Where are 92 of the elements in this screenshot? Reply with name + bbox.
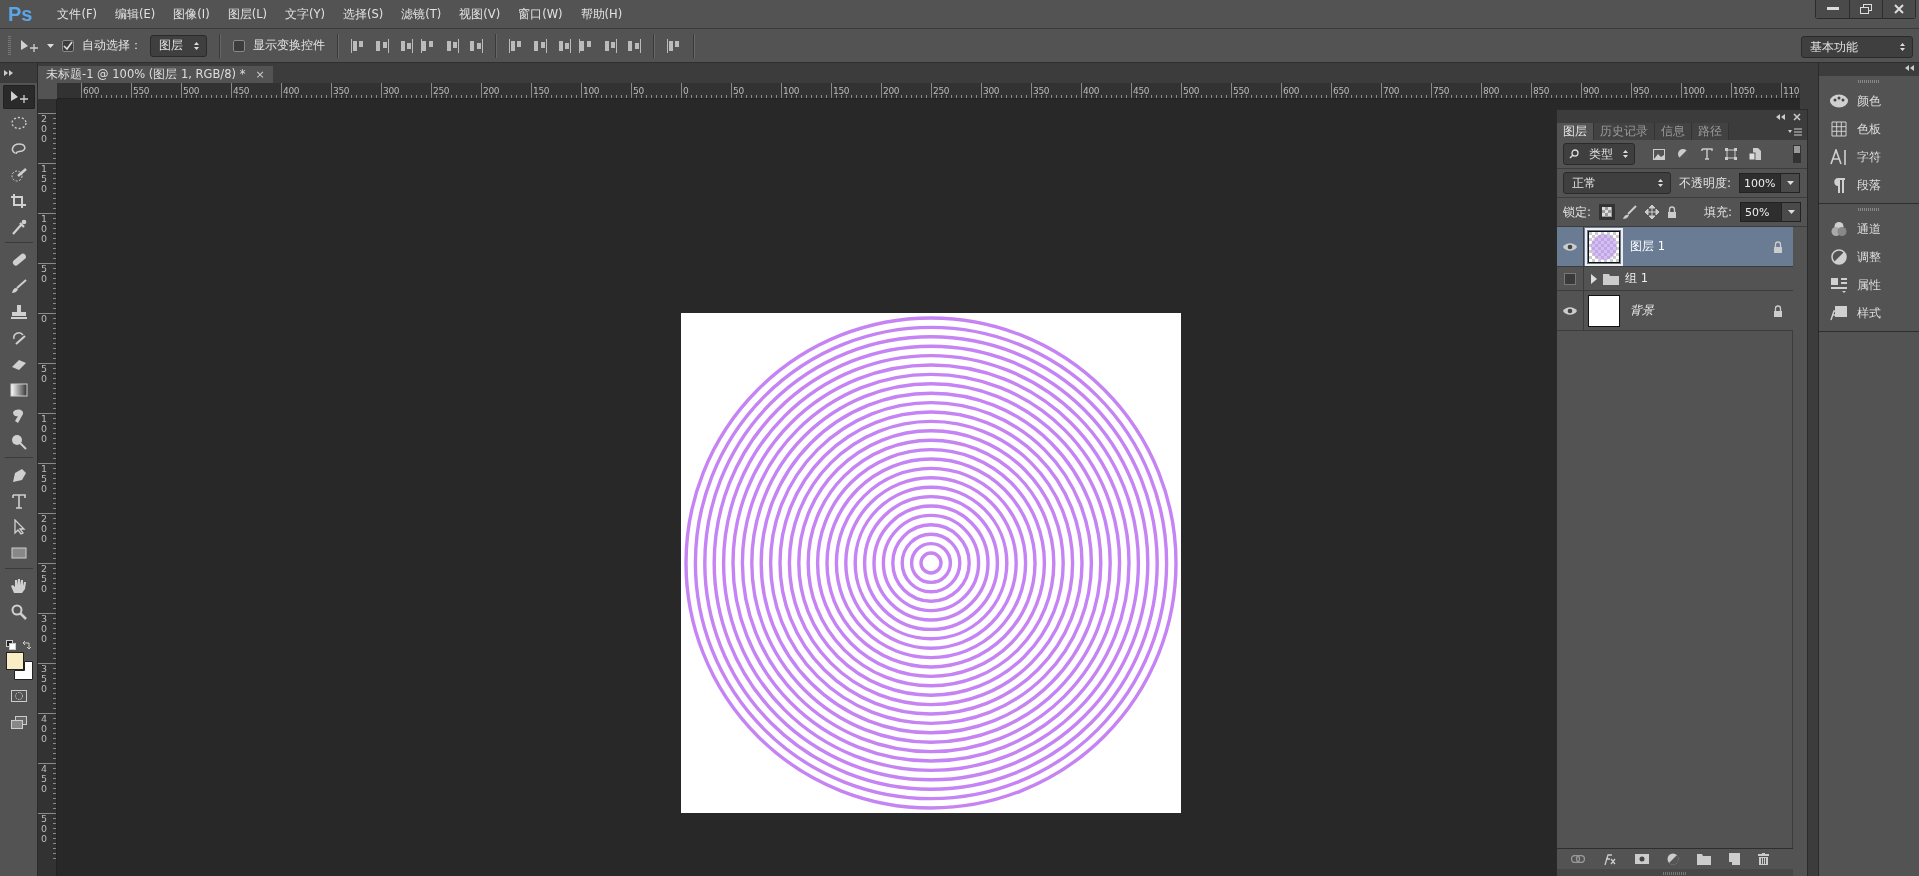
ruler-label: 550 <box>132 86 150 96</box>
dock-panel-button[interactable]: 样式 <box>1818 299 1919 327</box>
ruler-label: 200 <box>482 86 500 96</box>
dock-panel-button[interactable]: 色板 <box>1818 115 1919 143</box>
layer-name: 背景 <box>1629 303 1655 318</box>
menu-item[interactable]: 视图(V) <box>450 6 510 22</box>
ruler-label: 0 <box>682 86 689 96</box>
ruler-label: 700 <box>1382 86 1400 96</box>
ruler-label: 0 <box>41 314 48 324</box>
layer-row[interactable]: 背景 <box>1557 291 1793 331</box>
panel-tab[interactable]: 历史记录 <box>1594 123 1655 140</box>
ruler-label: 100 <box>782 86 800 96</box>
ruler-label: 500 <box>182 86 200 96</box>
ruler-label: 400 <box>282 86 300 96</box>
panel-tab[interactable]: 路径 <box>1692 123 1729 140</box>
auto-select-dropdown[interactable]: 图层 <box>150 34 207 57</box>
menu-item[interactable]: 文字(Y) <box>276 6 335 22</box>
dock-panel-button[interactable]: 颜色 <box>1818 87 1919 115</box>
filter-dropdown[interactable]: 类型 <box>1563 143 1635 165</box>
panel-tab[interactable]: 信息 <box>1655 123 1692 140</box>
ruler-label: 900 <box>1582 86 1600 96</box>
ruler-label: 250 <box>41 564 48 594</box>
dock-panel-button[interactable]: 字符 <box>1818 143 1919 171</box>
ruler-label: 150 <box>41 464 48 494</box>
fill-label: 填充: <box>1703 203 1732 221</box>
panel-tab[interactable]: 图层 <box>1557 123 1594 140</box>
ruler-label: 50 <box>41 364 48 384</box>
ruler-label: 1050 <box>1732 86 1755 96</box>
fill-field[interactable]: 50% <box>1740 202 1801 222</box>
opacity-field[interactable]: 100% <box>1739 173 1801 193</box>
ruler-label: 850 <box>1532 86 1550 96</box>
show-transform-label: 显示变换控件 <box>253 37 325 54</box>
ruler-label: 400 <box>1082 86 1100 96</box>
blend-mode-dropdown[interactable]: 正常 <box>1563 172 1671 194</box>
ruler-label: 100 <box>41 414 48 444</box>
ruler-label: 350 <box>332 86 350 96</box>
ruler-label: 100 <box>582 86 600 96</box>
document-tab[interactable]: 未标题-1 @ 100% (图层 1, RGB/8) * × <box>38 66 273 83</box>
ruler-label: 400 <box>41 714 48 744</box>
ruler-label: 1000 <box>1682 86 1705 96</box>
ruler-label: 150 <box>532 86 550 96</box>
dock-panel-button[interactable]: 通道 <box>1818 215 1919 243</box>
menu-item[interactable]: 窗口(W) <box>509 6 572 22</box>
ruler-label: 300 <box>382 86 400 96</box>
ruler-label: 600 <box>82 86 100 96</box>
ruler-label: 250 <box>432 86 450 96</box>
ruler-label: 500 <box>41 814 48 844</box>
ruler-label: 950 <box>1632 86 1650 96</box>
ruler-label: 450 <box>41 764 48 794</box>
dock-panel-button[interactable]: 段落 <box>1818 171 1919 199</box>
lock-label: 锁定: <box>1563 203 1592 221</box>
ruler-label: 100 <box>41 214 48 244</box>
dock-panel-button[interactable]: 调整 <box>1818 243 1919 271</box>
ruler-label: 110 <box>1782 86 1800 96</box>
workspace-dropdown[interactable]: 基本功能 <box>1801 36 1913 58</box>
ruler-label: 50 <box>41 264 48 284</box>
ruler-label: 750 <box>1432 86 1450 96</box>
ruler-label: 250 <box>932 86 950 96</box>
layer-name: 图层 1 <box>1629 239 1666 254</box>
menu-item[interactable]: 文件(F) <box>48 6 107 22</box>
ruler-label: 650 <box>1332 86 1350 96</box>
ruler-label: 200 <box>882 86 900 96</box>
ruler-label: 150 <box>41 164 48 194</box>
ruler-label: 450 <box>232 86 250 96</box>
menu-item[interactable]: 滤镜(T) <box>392 6 451 22</box>
ruler-label: 200 <box>41 514 48 544</box>
ruler-label: 600 <box>1282 86 1300 96</box>
menu-item[interactable]: 帮助(H) <box>571 6 632 22</box>
ruler-label: 50 <box>632 86 644 96</box>
layer-row[interactable]: 图层 1 <box>1557 227 1793 267</box>
tab-close-button[interactable]: × <box>255 68 265 81</box>
opacity-label: 不透明度: <box>1679 174 1732 192</box>
ruler-label: 350 <box>1032 86 1050 96</box>
menu-item[interactable]: 编辑(E) <box>106 6 165 22</box>
auto-select-label: 自动选择： <box>82 37 142 54</box>
layer-name: 组 1 <box>1624 271 1649 286</box>
ruler-label: 350 <box>41 664 48 694</box>
ruler-label: 550 <box>1232 86 1250 96</box>
ruler-label: 200 <box>41 114 48 144</box>
ruler-label: 300 <box>982 86 1000 96</box>
ruler-label: 500 <box>1182 86 1200 96</box>
ruler-label: 150 <box>832 86 850 96</box>
app-logo: Ps <box>8 2 33 26</box>
dock-panel-button[interactable]: 属性 <box>1818 271 1919 299</box>
menu-item[interactable]: 图层(L) <box>218 6 277 22</box>
ruler-label: 450 <box>1132 86 1150 96</box>
ruler-label: 800 <box>1482 86 1500 96</box>
menu-item[interactable]: 图像(I) <box>164 6 219 22</box>
ruler-label: 50 <box>732 86 744 96</box>
menu-item[interactable]: 选择(S) <box>334 6 393 22</box>
layer-row[interactable]: 组 1 <box>1557 267 1793 291</box>
ruler-label: 300 <box>41 614 48 644</box>
